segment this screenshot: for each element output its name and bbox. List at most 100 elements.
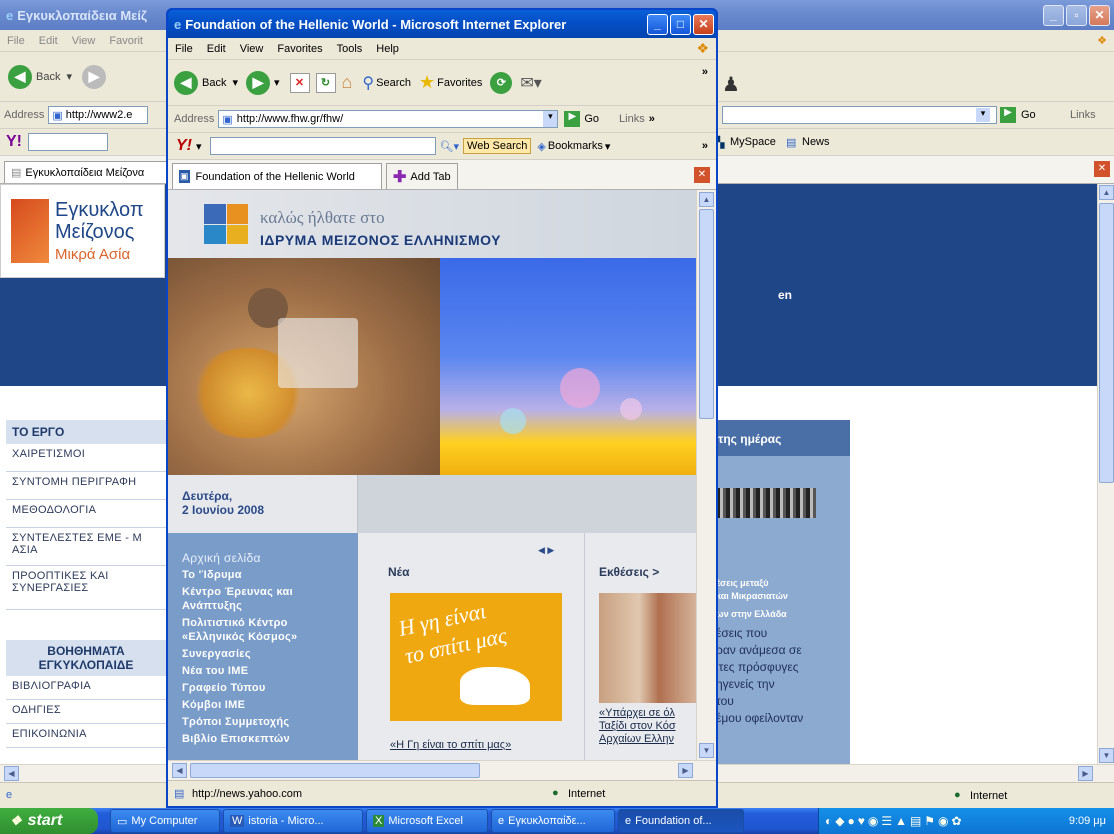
scroll-up-icon[interactable]: ▲ [699,192,714,207]
home-icon[interactable]: ⌂ [342,72,353,93]
fhw-menu-participation[interactable]: Τρόποι Συμμετοχής [182,715,358,729]
media-icon[interactable]: ⟳ [490,71,513,94]
menu-tools[interactable]: Tools [330,43,370,55]
fhw-exhibitions-link[interactable]: «Υπάρχει σε όλ Ταξίδι στον Κόσ Αρχαίων Ε… [599,707,676,746]
menu-file[interactable]: File [0,35,32,47]
front-window-titlebar[interactable]: e Foundation of the Hellenic World - Mic… [168,10,716,38]
taskbar-fhw[interactable]: e Foundation of... [618,809,744,833]
scroll-down-icon[interactable]: ▼ [1099,748,1114,763]
exhibition-photo[interactable] [599,593,696,703]
fhw-menu-guestbook[interactable]: Βιβλίο Επισκεπτών [182,732,358,746]
close-tab-icon[interactable]: ✕ [1094,161,1110,177]
fhw-menu-foundation[interactable]: Το 'Ίδρυμα [182,568,358,582]
menu-favorites[interactable]: Favorites [270,43,329,55]
minimize-button[interactable]: _ [1043,4,1064,26]
minimize-button[interactable]: _ [647,13,668,35]
aids-item-contact[interactable]: ΕΠΙΚΟΙΝΩΝΙΑ [6,724,166,748]
address-input[interactable]: ▣ http://www.fhw.gr/fhw/ ▾ [218,110,559,128]
taskbar-word[interactable]: Wistoria - Micro... [223,809,363,833]
stop-icon[interactable]: ✕ [289,72,310,93]
toolbar-overflow-icon[interactable]: » [702,140,708,152]
scroll-right-icon[interactable]: ▶ [1078,766,1093,781]
fhw-exhibitions-heading[interactable]: Εκθέσεις > [599,565,659,579]
start-button[interactable]: ❖ start [0,808,98,834]
close-button[interactable]: ✕ [693,13,714,35]
fhw-menu-research[interactable]: Κέντρο Έρευνας και Ανάπτυξης [182,585,332,613]
sidebar-item-contributors[interactable]: ΣΥΝΤΕΛΕΣΤΕΣ ΕΜΕ - Μ ΑΣΙΑ [6,528,166,566]
forward-arrow-icon[interactable]: ▶ [246,70,270,95]
fhw-menu-cultural[interactable]: Πολιτιστικό Κέντρο «Ελληνικός Κόσμος» [182,616,332,644]
address-input[interactable]: ▣ http://www2.e [48,106,149,124]
toolbar-overflow-icon[interactable]: » [702,66,708,78]
h-scroll-thumb[interactable] [190,763,480,778]
back-tab[interactable]: ▤ Εγκυκλοπαίδεια Μείζονα [4,161,172,183]
close-button[interactable]: ✕ [1089,4,1110,26]
dropdown-arrow-icon[interactable]: ▾ [976,108,990,122]
back-arrow-icon[interactable]: ◀ [174,70,198,95]
scroll-right-icon[interactable]: ▶ [678,763,693,778]
fhw-news-link[interactable]: «Η Γη είναι το σπίτι μας» [390,739,511,751]
go-arrow-icon[interactable]: ▶ [564,111,581,127]
menu-edit[interactable]: Edit [200,43,233,55]
links-button[interactable]: Links [619,113,645,125]
fhw-tab[interactable]: ▣ Foundation of the Hellenic World [172,163,382,189]
refresh-icon[interactable]: ↻ [315,72,336,93]
fhw-menu-news[interactable]: Νέα του ΙΜΕ [182,664,358,678]
scroll-down-icon[interactable]: ▼ [699,743,714,758]
lang-link-en[interactable]: en [778,288,792,302]
menu-help[interactable]: Help [369,43,406,55]
fhw-menu-cooperation[interactable]: Συνεργασίες [182,647,358,661]
back-button-label[interactable]: Back [36,71,60,83]
dropdown-arrow-icon[interactable]: ▾ [543,111,558,127]
menu-view[interactable]: View [233,43,271,55]
scroll-left-icon[interactable]: ◀ [4,766,19,781]
menu-favorites[interactable]: Favorit [102,35,150,47]
restore-button[interactable]: ▫ [1066,4,1087,26]
menu-edit[interactable]: Edit [32,35,65,47]
fhw-menu-press[interactable]: Γραφείο Τύπου [182,681,358,695]
address-input-right[interactable] [722,106,997,124]
taskbar-my-computer[interactable]: ▭ My Computer [110,809,220,833]
scroll-up-icon[interactable]: ▲ [1099,185,1114,200]
myspace-link[interactable]: MySpace [730,136,776,148]
magnifier-icon[interactable]: 🔍︎▾ [440,140,460,153]
yahoo-search-input[interactable] [28,133,108,151]
mail-icon[interactable]: ✉▾ [520,73,541,93]
maximize-button[interactable]: □ [670,13,691,35]
fhw-menu-nodes[interactable]: Κόμβοι ΙΜΕ [182,698,358,712]
front-horizontal-scrollbar[interactable]: ◀ ▶ [168,760,716,780]
sidebar-item-prospects[interactable]: ΠΡΟΟΠΤΙΚΕΣ ΚΑΙ ΣΥΝΕΡΓΑΣΙΕΣ [6,566,166,610]
sidebar-item-methodology[interactable]: ΜΕΘΟΔΟΛΟΓΙΑ [6,500,166,528]
tray-icons[interactable]: ◐◆●♥◉☰▲▤⚑◉✿ [825,814,965,828]
scroll-left-icon[interactable]: ◀ [172,763,187,778]
sidebar-item-greetings[interactable]: ΧΑΙΡΕΤΙΣΜΟΙ [6,444,166,472]
forward-arrow-icon[interactable]: ▶ [82,64,106,89]
back-arrow-icon[interactable]: ◀ [8,64,32,89]
web-search-button[interactable]: Web Search [463,138,532,154]
yahoo-search-input[interactable] [209,137,436,155]
front-vertical-scrollbar[interactable]: ▲ ▼ [696,190,716,760]
aids-item-bibliography[interactable]: ΒΙΒΛΙΟΓΡΑΦΙΑ [6,676,166,700]
menu-view[interactable]: View [65,35,103,47]
fhw-menu-home[interactable]: Αρχική σελίδα [182,551,358,565]
sidebar-item-description[interactable]: ΣΥΝΤΟΜΗ ΠΕΡΙΓΡΑΦΗ [6,472,166,500]
scroll-thumb[interactable] [699,209,714,419]
favorites-button[interactable]: Favorites [437,77,482,89]
taskbar-encyclopedia[interactable]: e Εγκυκλοπαίδε... [491,809,615,833]
taskbar-excel[interactable]: X Microsoft Excel [366,809,488,833]
go-button[interactable]: Go [1021,109,1036,121]
bookmarks-button[interactable]: Bookmarks [548,140,603,152]
close-tab-icon[interactable]: ✕ [694,167,710,183]
add-tab-button[interactable]: ✚ Add Tab [386,163,458,189]
aids-item-guide[interactable]: ΟΔΗΓΙΕΣ [6,700,166,724]
back-vertical-scrollbar[interactable]: ▲ ▼ [1097,184,1114,764]
back-button[interactable]: Back [202,77,226,89]
scroll-thumb[interactable] [1099,203,1114,483]
search-button[interactable]: Search [376,77,411,89]
go-button[interactable]: Go [584,113,599,125]
links-button[interactable]: Links [1070,109,1096,121]
news-banner[interactable]: Η γη είναι το σπίτι μας [390,593,562,721]
menu-file[interactable]: File [168,43,200,55]
news-link[interactable]: News [802,136,830,148]
news-prev-next-icon[interactable]: ◀ ▶ [538,545,554,556]
